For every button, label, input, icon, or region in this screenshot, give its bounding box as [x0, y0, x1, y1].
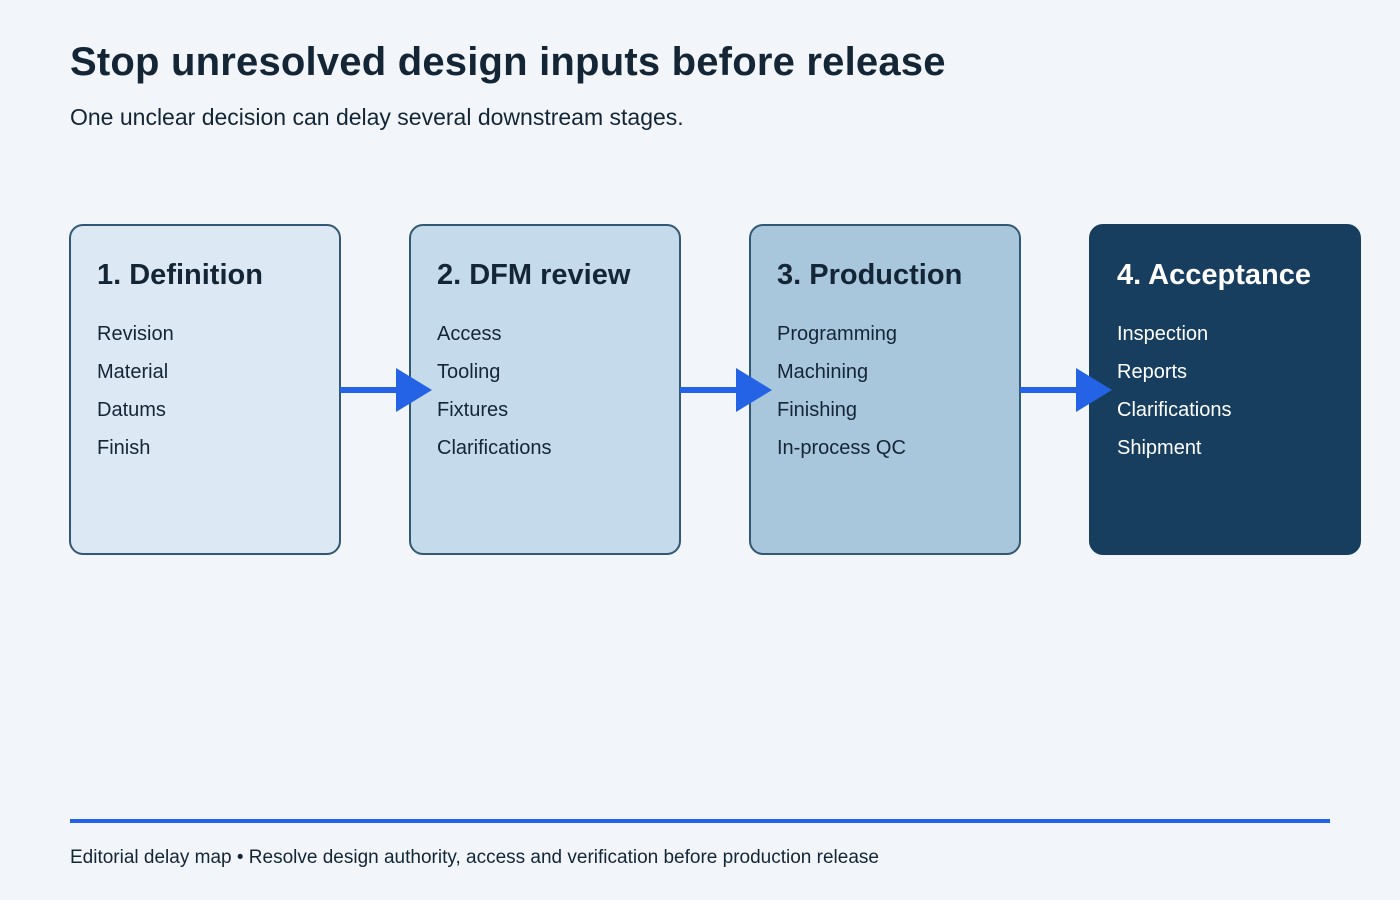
stage-item-list: Programming Machining Finishing In-proce…: [777, 315, 993, 467]
stage-item: Finish: [97, 437, 151, 459]
stage-box-dfm-review: 2. DFM review Access Tooling Fixtures Cl…: [409, 224, 681, 555]
stage-title: 1. Definition: [97, 259, 263, 291]
stage-item: Shipment: [1117, 437, 1202, 459]
diagram-subtitle: One unclear decision can delay several d…: [70, 104, 684, 130]
stage-item-list: Revision Material Datums Finish: [97, 315, 313, 467]
footer-caption: Editorial delay map • Resolve design aut…: [70, 847, 879, 868]
footer-divider: [70, 819, 1330, 823]
stage-title: 4. Acceptance: [1117, 259, 1311, 291]
stage-item: Finishing: [777, 399, 858, 421]
stage-item: Material: [97, 361, 169, 383]
stage-item: Clarifications: [437, 437, 552, 459]
stage-title: 3. Production: [777, 259, 963, 291]
stage-item: Fixtures: [437, 399, 509, 421]
stage-box-production: 3. Production Programming Machining Fini…: [749, 224, 1021, 555]
stage-box-definition: 1. Definition Revision Material Datums F…: [69, 224, 341, 555]
arrow-right-icon: [340, 368, 432, 412]
stage-item-list: Access Tooling Fixtures Clarifications: [437, 315, 653, 467]
stage-item: Access: [437, 323, 502, 345]
stage-item: Tooling: [437, 361, 501, 383]
stage-box-acceptance: 4. Acceptance Inspection Reports Clarifi…: [1089, 224, 1361, 555]
arrow-right-icon: [1020, 368, 1112, 412]
diagram-title: Stop unresolved design inputs before rel…: [70, 40, 946, 84]
stage-item: Machining: [777, 361, 869, 383]
stage-item-list: Inspection Reports Clarifications Shipme…: [1117, 315, 1333, 467]
stage-item: Datums: [97, 399, 166, 421]
stage-item: In-process QC: [777, 437, 906, 459]
stage-item: Revision: [97, 323, 174, 345]
arrow-right-icon: [680, 368, 772, 412]
stage-item: Reports: [1117, 361, 1188, 383]
stage-title: 2. DFM review: [437, 259, 631, 291]
stage-item: Inspection: [1117, 323, 1209, 345]
stage-item: Clarifications: [1117, 399, 1232, 421]
stage-item: Programming: [777, 323, 898, 345]
